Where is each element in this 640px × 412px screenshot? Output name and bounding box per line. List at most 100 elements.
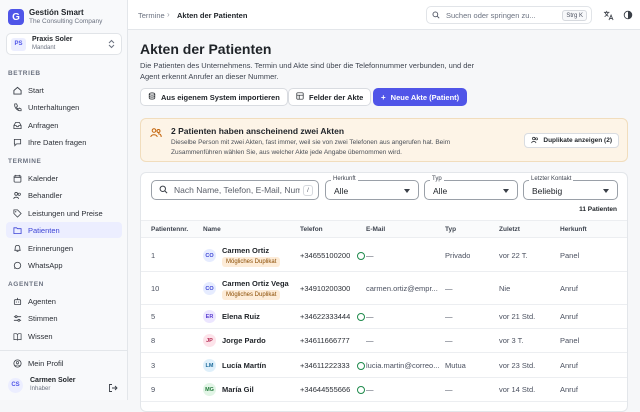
column-header-name[interactable]: Name: [203, 226, 221, 233]
duplicates-alert: 2 Patienten haben anscheinend zwei Akten…: [140, 118, 628, 162]
bell-icon: [12, 243, 22, 253]
sidebar-item-anfragen[interactable]: Anfragen: [6, 117, 122, 133]
cell-name[interactable]: Elena Ruiz: [222, 312, 260, 321]
alert-title: 2 Patienten haben anscheinend zwei Akten: [171, 126, 345, 136]
sidebar-item-agenten[interactable]: Agenten: [6, 293, 122, 309]
plus-icon: +: [381, 92, 386, 102]
chat-icon: [12, 137, 22, 147]
sidebar-item-ihre-daten-fragen[interactable]: Ihre Daten fragen: [6, 134, 122, 150]
column-header-herkunft[interactable]: Herkunft: [560, 226, 587, 233]
cell-type: —: [445, 336, 453, 345]
sidebar-item-leistungen[interactable]: Leistungen und Preise: [6, 205, 122, 221]
section-label-agenten: AGENTEN: [8, 281, 44, 288]
herkunft-label: Herkunft: [331, 176, 358, 182]
patient-search-input[interactable]: Nach Name, Telefon, E-Mail, Nummer suche…: [151, 180, 319, 200]
duplicate-badge: Mögliches Duplikat: [222, 257, 281, 267]
cell-name[interactable]: María Gil: [222, 385, 254, 394]
import-button[interactable]: Aus eigenem System importieren: [140, 88, 288, 106]
sidebar-item-behandler[interactable]: Behandler: [6, 187, 122, 203]
sidebar-item-label: Ihre Daten fragen: [28, 137, 87, 147]
letzter-kontakt-value: Beliebig: [532, 186, 563, 196]
sidebar-item-wissen[interactable]: Wissen: [6, 328, 122, 344]
sidebar-item-label: Patienten: [28, 225, 60, 235]
sidebar-item-label: Anfragen: [28, 120, 59, 130]
tag-icon: [12, 208, 22, 218]
column-header-email[interactable]: E-Mail: [366, 226, 385, 233]
table-row[interactable]: 9 MG María Gil +34644555666 — — vor 14 Std. Anr…: [141, 378, 627, 402]
cell-name[interactable]: Carmen Ortiz: [222, 246, 269, 255]
cell-nr: 3: [151, 361, 156, 370]
user-name: Carmen Soler: [30, 377, 76, 384]
cell-origin: Anruf: [560, 312, 578, 321]
sidebar-item-whatsapp[interactable]: WhatsApp: [6, 257, 122, 273]
sidebar-item-erinnerungen[interactable]: Erinnerungen: [6, 240, 122, 256]
cell-type: —: [445, 284, 453, 293]
cell-nr: 5: [151, 312, 156, 321]
cell-name[interactable]: Lucía Martín: [222, 361, 266, 370]
home-icon: [12, 85, 22, 95]
whatsapp-icon: [357, 252, 365, 260]
herkunft-select[interactable]: Herkunft Alle: [325, 176, 419, 200]
letzter-kontakt-select[interactable]: Letzter Kontakt Beliebig: [523, 176, 618, 200]
cell-last-contact: vor 14 Std.: [499, 385, 536, 394]
table-row[interactable]: 5 ER Elena Ruiz +34622333444 — — vor 21 Std. An…: [141, 305, 627, 329]
cell-type: Privado: [445, 251, 471, 260]
patient-count: 11 Patienten: [579, 206, 617, 213]
cell-origin: Anruf: [560, 361, 578, 370]
cell-email: —: [366, 385, 374, 394]
breadcrumb-current: Akten der Patienten: [177, 11, 248, 20]
cell-email: —: [366, 312, 374, 321]
sidebar-item-label: Mein Profil: [28, 358, 64, 368]
column-header-telefon[interactable]: Telefon: [300, 226, 323, 233]
theme-toggle-icon[interactable]: [622, 9, 634, 21]
alert-text: Dieselbe Person mit zwei Akten, fast imm…: [171, 139, 451, 156]
form-icon: [296, 92, 304, 102]
table-row[interactable]: 10 CO Carmen Ortiz Vega Mögliches Duplikat +…: [141, 272, 627, 305]
fields-button[interactable]: Felder der Akte: [288, 88, 372, 106]
column-header-zuletzt[interactable]: Zuletzt: [499, 226, 520, 233]
avatar: LM: [203, 359, 216, 372]
inbox-icon: [12, 120, 22, 130]
sidebar-item-mein-profil[interactable]: Mein Profil: [6, 355, 122, 371]
column-header-typ[interactable]: Typ: [445, 226, 456, 233]
brand-logo: G: [8, 9, 24, 25]
table-row[interactable]: 3 LM Lucía Martín +34611222333 lucia.martin@…: [141, 353, 627, 378]
tenant-switcher[interactable]: PS Praxis Soler Mandant: [6, 33, 122, 55]
cell-name[interactable]: Jorge Pardo: [222, 336, 266, 345]
new-record-button[interactable]: + Neue Akte (Patient): [373, 88, 468, 106]
sidebar: G Gestión Smart The Consulting Company P…: [0, 0, 128, 400]
brand[interactable]: G Gestión Smart The Consulting Company: [8, 7, 122, 27]
tenant-role: Mandant: [32, 45, 56, 51]
phone-icon: [12, 102, 22, 112]
sliders-icon: [12, 313, 22, 323]
translate-icon[interactable]: [602, 9, 614, 21]
sidebar-item-kalender[interactable]: Kalender: [6, 170, 122, 186]
breadcrumb-termine[interactable]: Termine: [138, 11, 165, 20]
cell-type: Mutua: [445, 361, 466, 370]
show-duplicates-label: Duplikate anzeigen (2): [543, 137, 612, 144]
sidebar-item-stimmen[interactable]: Stimmen: [6, 310, 122, 326]
show-duplicates-button[interactable]: Duplikate anzeigen (2): [524, 133, 619, 148]
page-description: Die Patienten des Unternehmens. Termin u…: [140, 61, 475, 81]
sidebar-item-label: Kalender: [28, 173, 59, 183]
column-header-nr[interactable]: Patientennr.: [151, 226, 188, 233]
typ-select[interactable]: Typ Alle: [424, 176, 518, 200]
global-search[interactable]: Suchen oder springen zu... Strg K: [426, 6, 592, 24]
table-row[interactable]: 8 JP Jorge Pardo +34611666777 — — vor 3 T. Pane…: [141, 329, 627, 353]
cell-type: —: [445, 312, 453, 321]
sidebar-item-unterhaltungen[interactable]: Unterhaltungen: [6, 99, 122, 115]
sidebar-item-label: Wissen: [28, 331, 53, 341]
patients-table-card: Nach Name, Telefon, E-Mail, Nummer suche…: [140, 172, 628, 412]
cell-name[interactable]: Carmen Ortiz Vega: [222, 279, 289, 288]
current-user: CS Carmen Soler Inhaber: [6, 375, 122, 395]
sidebar-item-start[interactable]: Start: [6, 82, 122, 98]
table-row[interactable]: 1 CO Carmen Ortiz Mögliches Duplikat +346551…: [141, 239, 627, 272]
logout-icon[interactable]: [108, 380, 118, 392]
letzter-kontakt-label: Letzter Kontakt: [529, 176, 574, 182]
search-shortcut: /: [303, 185, 313, 196]
sidebar-item-patienten[interactable]: Patienten: [6, 222, 122, 238]
sidebar-item-label: Unterhaltungen: [28, 102, 80, 112]
users-icon: [531, 136, 539, 146]
search-icon: [159, 181, 168, 199]
cell-last-contact: vor 3 T.: [499, 336, 524, 345]
